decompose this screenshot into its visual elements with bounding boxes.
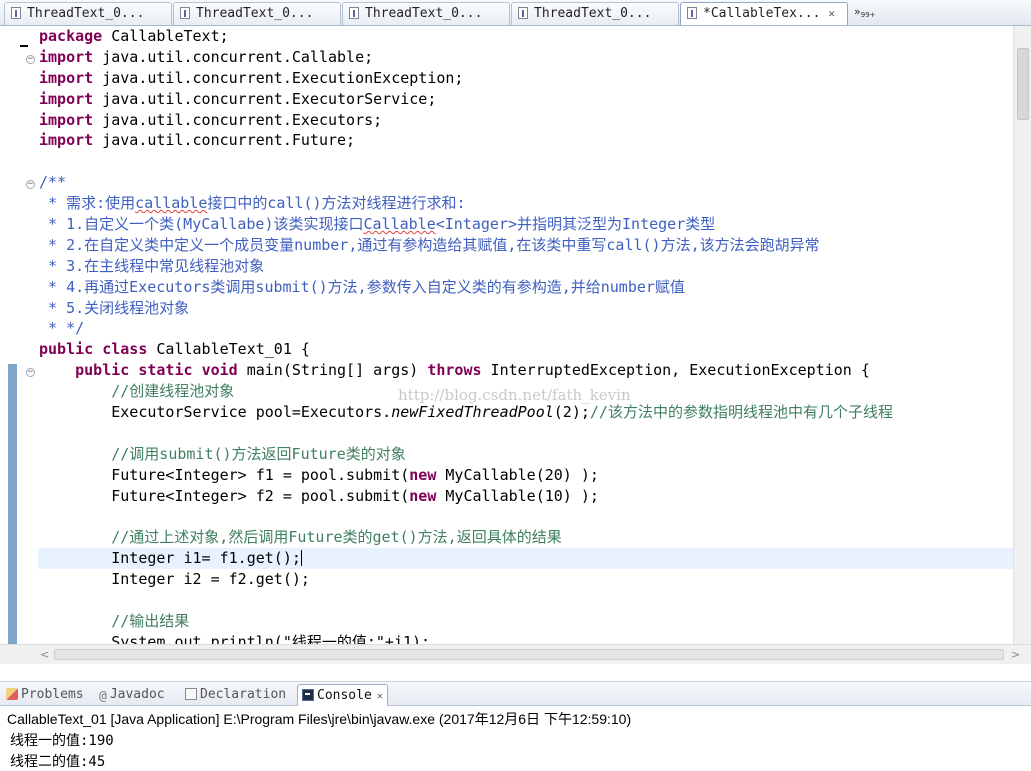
- hidden-tab-count: 99+: [860, 11, 876, 19]
- code-line: //输出结果: [111, 611, 190, 630]
- fold-javadoc-icon[interactable]: −: [26, 180, 35, 189]
- console-line: 线程二的值:45: [10, 754, 106, 770]
- console-output[interactable]: CallableText_01 [Java Application] E:\Pr…: [0, 706, 1031, 771]
- code-line: //创建线程池对象: [111, 382, 235, 401]
- java-file-icon: [11, 7, 21, 19]
- code-line: public class CallableText_01 {: [39, 340, 310, 359]
- text-caret: [300, 550, 302, 567]
- java-file-icon: [518, 7, 528, 19]
- code-line: * */: [39, 319, 85, 338]
- vertical-scrollbar[interactable]: [1013, 26, 1031, 644]
- code-line: ExecutorService pool=Executors.newFixedT…: [111, 403, 893, 422]
- javadoc-icon: @: [99, 689, 107, 704]
- current-code-line: Integer i1= f1.get();: [38, 548, 1014, 570]
- code-line: * 4.再通过Executors类调用submit()方法,参数传入自定义类的有…: [39, 277, 685, 296]
- scrollbar-thumb[interactable]: [1017, 48, 1029, 120]
- code-editor[interactable]: − − − package CallableText; import java.…: [0, 26, 1031, 644]
- tab-javadoc[interactable]: @ Javadoc: [95, 684, 169, 706]
- console-icon: [302, 689, 314, 701]
- tab-label: ThreadText_0...: [27, 6, 145, 21]
- console-line: 线程一的值:190: [10, 733, 114, 749]
- code-line: //通过上述对象,然后调用Future类的get()方法,返回具体的结果: [111, 528, 562, 547]
- code-line: import java.util.concurrent.Callable;: [39, 47, 374, 66]
- code-line: * 1.自定义一个类(MyCallabe)该类实现接口Callable<Inta…: [39, 215, 716, 234]
- tab-label: ThreadText_0...: [534, 6, 652, 21]
- editor-tab-threadtext-3[interactable]: ThreadText_0...: [342, 2, 510, 25]
- code-line: import java.util.concurrent.ExecutorServ…: [39, 89, 437, 108]
- close-icon[interactable]: ✕: [377, 691, 383, 702]
- problems-icon: [6, 688, 18, 700]
- code-line: System.out.println("线程一的值:"+i1);: [111, 632, 431, 644]
- java-file-icon: [180, 7, 190, 19]
- tab-console[interactable]: Console ✕: [297, 684, 388, 706]
- tab-problems[interactable]: Problems: [2, 684, 88, 706]
- declaration-icon: [185, 688, 197, 700]
- horizontal-scrollbar[interactable]: < >: [0, 644, 1031, 664]
- code-content[interactable]: package CallableText; import java.util.c…: [38, 26, 1014, 644]
- scroll-right-icon[interactable]: >: [1011, 648, 1020, 661]
- fold-main-method-icon[interactable]: −: [26, 368, 35, 377]
- tab-label: ThreadText_0...: [196, 6, 314, 21]
- tab-declaration[interactable]: Declaration: [181, 684, 290, 706]
- code-line: package CallableText;: [39, 27, 229, 45]
- editor-tab-threadtext-4[interactable]: ThreadText_0...: [511, 2, 679, 25]
- close-icon[interactable]: ✕: [828, 7, 835, 20]
- code-line: * 3.在主线程中常见线程池对象: [39, 256, 265, 275]
- code-line: import java.util.concurrent.Future;: [39, 131, 356, 150]
- fold-imports-icon[interactable]: −: [26, 55, 35, 64]
- code-line: * 5.关闭线程池对象: [39, 298, 190, 317]
- chevron-double-right-icon: »: [854, 5, 861, 18]
- code-line: import java.util.concurrent.ExecutionExc…: [39, 68, 464, 87]
- scroll-left-icon[interactable]: <: [40, 648, 49, 661]
- code-line: import java.util.concurrent.Executors;: [39, 110, 383, 129]
- view-tab-bar: Problems @ Javadoc Declaration Console ✕: [0, 681, 1031, 706]
- console-process-header: CallableText_01 [Java Application] E:\Pr…: [7, 711, 632, 727]
- editor-tab-bar: ThreadText_0... ThreadText_0... ThreadTe…: [0, 0, 1031, 26]
- editor-tab-threadtext-2[interactable]: ThreadText_0...: [173, 2, 341, 25]
- code-line: Integer i2 = f2.get();: [111, 570, 310, 589]
- code-line: Future<Integer> f1 = pool.submit(new MyC…: [111, 465, 599, 484]
- tab-label: ThreadText_0...: [365, 6, 483, 21]
- editor-tab-threadtext-1[interactable]: ThreadText_0...: [4, 2, 172, 25]
- quick-diff-bar: [8, 364, 17, 644]
- scrollbar-thumb[interactable]: [54, 649, 1004, 660]
- editor-tab-callabletext[interactable]: *CallableTex... ✕: [680, 2, 848, 25]
- current-line-marker: [20, 45, 28, 47]
- code-line: * 需求:使用callable接口中的call()方法对线程进行求和:: [39, 194, 466, 213]
- java-file-icon: [349, 7, 359, 19]
- code-line: //调用submit()方法返回Future类的对象: [111, 444, 406, 463]
- code-line: * 2.在自定义类中定义一个成员变量number,通过有参构造给其赋值,在该类中…: [39, 235, 820, 254]
- code-line: Future<Integer> f2 = pool.submit(new MyC…: [111, 486, 599, 505]
- tab-label: *CallableTex...: [703, 6, 821, 21]
- java-file-icon: [687, 7, 697, 19]
- code-line: /**: [39, 173, 67, 192]
- code-line: public static void main(String[] args) t…: [75, 361, 870, 380]
- tab-overflow-button[interactable]: »99+: [854, 5, 876, 19]
